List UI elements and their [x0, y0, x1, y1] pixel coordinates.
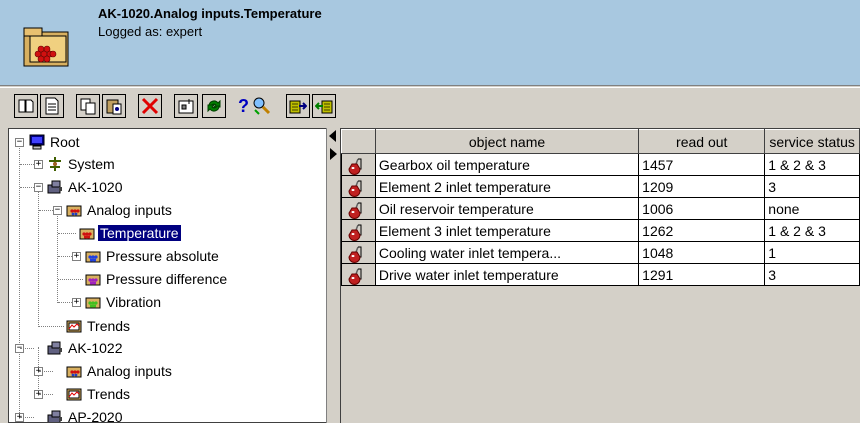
table-row[interactable]: Oil reservoir temperature 1006 none: [341, 197, 860, 220]
tree-item-root[interactable]: Root: [29, 133, 82, 151]
table-row[interactable]: Gearbox oil temperature 1457 1 & 2 & 3: [341, 153, 860, 176]
computer-icon: [29, 134, 45, 150]
cell-read-out: 1291: [638, 263, 766, 286]
object-table-pane: object name read out service status Gear…: [340, 128, 860, 423]
toolbar: ?: [0, 87, 860, 123]
export-button[interactable]: [312, 94, 336, 118]
tree-item-temperature[interactable]: Temperature: [79, 224, 182, 242]
delete-icon: [141, 97, 159, 115]
folder-icon: [66, 366, 82, 378]
tree-item-trends[interactable]: Trends: [66, 317, 132, 335]
device-icon: [47, 410, 62, 422]
cell-object-name: Drive water inlet temperature: [374, 263, 640, 286]
object-table: object name read out service status Gear…: [341, 129, 860, 286]
svg-text:?: ?: [238, 96, 249, 116]
sensor-icon: [348, 202, 362, 219]
cell-read-out: 1262: [638, 219, 766, 242]
pane-splitter[interactable]: [326, 128, 338, 423]
tree-item-ak-1020[interactable]: AK-1020: [47, 178, 124, 196]
header-bar: AK-1020.Analog inputs.Temperature Logged…: [0, 0, 860, 86]
table-row[interactable]: Element 2 inlet temperature 1209 3: [341, 175, 860, 198]
search-button[interactable]: [250, 94, 274, 118]
tree-item-analog-inputs[interactable]: Analog inputs: [66, 201, 174, 219]
new-icon: [18, 99, 34, 113]
cell-read-out: 1048: [638, 241, 766, 264]
column-header-service-status[interactable]: service status: [764, 129, 860, 154]
table-row[interactable]: Element 3 inlet temperature 1262 1 & 2 & 3: [341, 219, 860, 242]
tree-item-pressure-absolute[interactable]: Pressure absolute: [85, 247, 221, 265]
device-icon: [47, 341, 62, 355]
document-button[interactable]: [40, 94, 64, 118]
row-icon-cell: [341, 153, 376, 176]
row-icon-cell: [341, 241, 376, 264]
tree-item-ak-1022[interactable]: AK-1022: [47, 339, 124, 357]
tree-item-trends-2[interactable]: Trends: [66, 385, 132, 403]
copy-icon: [80, 98, 96, 115]
page-title: AK-1020.Analog inputs.Temperature: [98, 6, 322, 21]
cell-service-status: 1 & 2 & 3: [764, 153, 860, 176]
icon-column-header[interactable]: [341, 129, 376, 154]
table-row[interactable]: Cooling water inlet tempera... 1048 1: [341, 241, 860, 264]
tree-item-ap-2020[interactable]: AP-2020: [47, 408, 124, 422]
folder-icon: [85, 251, 101, 263]
tree-item-analog-inputs-2[interactable]: Analog inputs: [66, 362, 174, 380]
folder-icon: [85, 297, 101, 309]
collapse-left-icon[interactable]: [329, 130, 336, 142]
column-header-object-name[interactable]: object name: [374, 129, 640, 154]
paste-button[interactable]: [102, 94, 126, 118]
sensor-icon: [348, 158, 362, 175]
cell-object-name: Oil reservoir temperature: [374, 197, 640, 220]
column-header-read-out[interactable]: read out: [638, 129, 766, 154]
tree-item-vibration[interactable]: Vibration: [85, 293, 163, 311]
cell-object-name: Element 3 inlet temperature: [374, 219, 640, 242]
document-icon: [45, 97, 59, 115]
cell-object-name: Element 2 inlet temperature: [374, 175, 640, 198]
trends-icon: [66, 320, 82, 333]
trends-icon: [66, 388, 82, 401]
table-header-row: object name read out service status: [341, 129, 860, 154]
sensor-icon: [348, 268, 362, 285]
import-icon: [289, 100, 307, 114]
import-button[interactable]: [286, 94, 310, 118]
sensor-icon: [348, 224, 362, 241]
export-icon: [315, 100, 333, 114]
folder-icon: [85, 274, 101, 286]
row-icon-cell: [341, 219, 376, 242]
cell-read-out: 1457: [638, 153, 766, 176]
row-icon-cell: [341, 175, 376, 198]
row-icon-cell: [341, 263, 376, 286]
cell-object-name: Cooling water inlet tempera...: [374, 241, 640, 264]
cell-service-status: 3: [764, 263, 860, 286]
cell-service-status: 1: [764, 241, 860, 264]
paste-icon: [106, 99, 122, 115]
login-status: Logged as: expert: [98, 24, 203, 39]
cell-service-status: 1 & 2 & 3: [764, 219, 860, 242]
device-icon: [47, 180, 62, 194]
folder-icon: [79, 228, 95, 240]
cell-read-out: 1209: [638, 175, 766, 198]
search-icon: [253, 97, 271, 115]
sensor-icon: [348, 180, 362, 197]
copy-button[interactable]: [76, 94, 100, 118]
row-icon-cell: [341, 197, 376, 220]
table-row[interactable]: Drive water inlet temperature 1291 3: [341, 263, 860, 286]
folder-icon: [66, 205, 82, 217]
refresh-icon: [207, 99, 221, 113]
folder-icon: [23, 27, 69, 67]
new-button[interactable]: [14, 94, 38, 118]
network-icon: [49, 157, 61, 171]
delete-button[interactable]: [138, 94, 162, 118]
cell-service-status: 3: [764, 175, 860, 198]
tree-item-system[interactable]: System: [47, 155, 117, 173]
refresh-button[interactable]: [202, 94, 226, 118]
sensor-icon: [348, 246, 362, 263]
properties-button[interactable]: [174, 94, 198, 118]
tree-item-pressure-difference[interactable]: Pressure difference: [85, 270, 229, 288]
cell-object-name: Gearbox oil temperature: [374, 153, 640, 176]
cell-service-status: none: [764, 197, 860, 220]
expand-right-icon[interactable]: [330, 148, 337, 160]
properties-icon: [178, 99, 194, 114]
cell-read-out: 1006: [638, 197, 766, 220]
tree-view[interactable]: − Root + System − AK-1020 − Analog input…: [8, 128, 326, 423]
